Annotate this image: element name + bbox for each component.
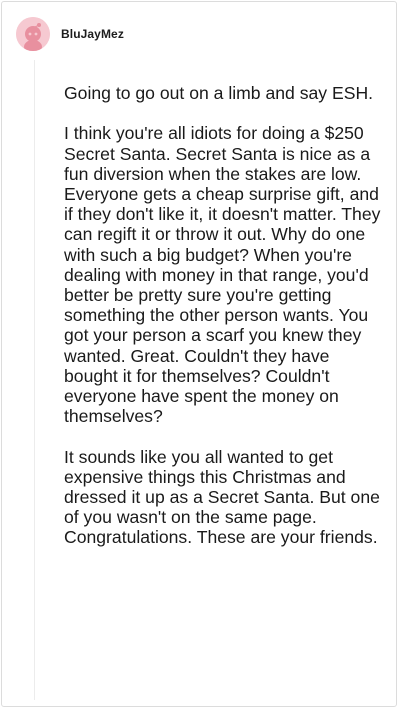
comment-body: Going to go out on a limb and say ESH. I… xyxy=(64,83,384,548)
comment-username[interactable]: BluJayMez xyxy=(61,27,124,41)
comment-paragraph: I think you're all idiots for doing a $2… xyxy=(64,123,381,427)
comment-paragraph: Going to go out on a limb and say ESH. xyxy=(64,83,374,103)
comment-header: BluJayMez xyxy=(16,16,124,52)
snoo-avatar-icon[interactable] xyxy=(16,17,50,51)
thread-line[interactable] xyxy=(34,60,35,700)
comment-paragraph: It sounds like you all wanted to get exp… xyxy=(64,446,380,548)
comment-card: BluJayMez Going to go out on a limb and … xyxy=(1,1,397,707)
